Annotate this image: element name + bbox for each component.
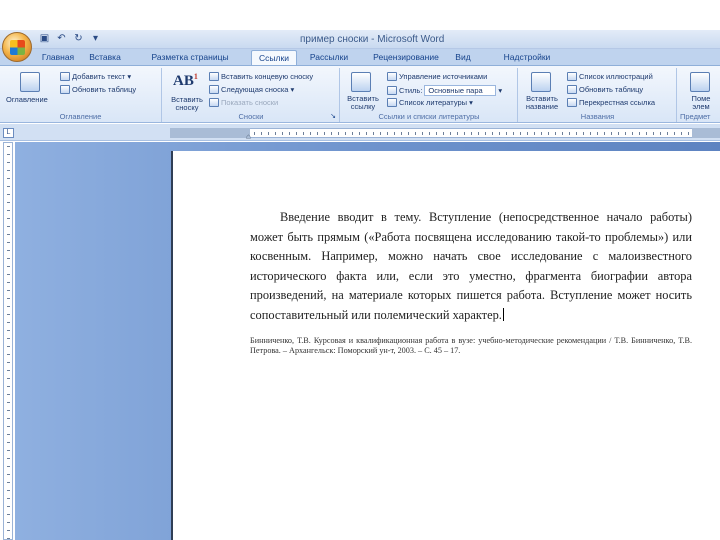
update-toc-button[interactable]: Обновить таблицу [60, 85, 136, 94]
group-citations-label: Ссылки и списки литературы [378, 112, 480, 121]
style-selector: Стиль: Основные пара ▾ [387, 85, 502, 96]
footnote-sup-glyph: 1 [193, 72, 198, 81]
chevron-down-icon: ▾ [469, 98, 473, 107]
update-table-icon [567, 85, 577, 94]
window-title: пример сноски - Microsoft Word [300, 34, 445, 45]
paragraph-text: Введение вводит в тему. Вступление (непо… [250, 210, 692, 322]
group-index-label: Предмет [680, 112, 711, 121]
save-icon[interactable]: ▣ [38, 33, 51, 45]
group-captions: Вставить название Список иллюстраций Обн… [519, 68, 677, 122]
group-captions-label: Названия [580, 112, 615, 121]
undo-icon[interactable]: ↶ [55, 33, 68, 45]
manage-sources-button[interactable]: Управление источниками [387, 72, 487, 81]
footnote-text[interactable]: Бинниченко, Т.В. Курсовая и квалификацио… [250, 336, 692, 356]
next-footnote-icon [209, 85, 219, 94]
insert-caption-icon [531, 72, 551, 92]
bibliography-label: Список литературы [399, 98, 468, 107]
insert-endnote-label: Вставить концевую сноску [221, 72, 314, 81]
group-footnotes: AB1 Вставить сноску Вставить концевую сн… [163, 68, 340, 122]
toc-button[interactable]: Оглавление [6, 95, 48, 104]
style-icon [387, 86, 397, 95]
office-button[interactable] [2, 32, 32, 62]
cross-reference-button[interactable]: Перекрестная ссылка [567, 98, 655, 107]
table-of-figures-button[interactable]: Список иллюстраций [567, 72, 653, 81]
cross-reference-label: Перекрестная ссылка [579, 98, 656, 107]
tab-view[interactable]: Вид [448, 50, 478, 65]
show-notes-icon [209, 98, 219, 107]
bibliography-icon [387, 98, 397, 107]
tab-mailings[interactable]: Рассылки [302, 50, 356, 65]
group-index: Поме элем Предмет [678, 68, 720, 122]
next-footnote-label: Следующая сноска [221, 85, 289, 94]
group-footnotes-label: Сноски [238, 112, 264, 121]
mark-entry-icon [690, 72, 710, 92]
tab-selector[interactable]: L [3, 128, 14, 138]
tab-addins[interactable]: Надстройки [496, 50, 558, 65]
manage-sources-icon [387, 72, 397, 81]
show-notes-label: Показать сноски [221, 98, 279, 107]
text-cursor [502, 307, 504, 321]
update-figures-label: Обновить таблицу [579, 85, 644, 94]
toc-icon [20, 72, 40, 92]
group-toc-label: Оглавление [59, 112, 102, 121]
slide-top-margin [0, 0, 720, 30]
insert-footnote-icon: AB1 [173, 72, 198, 90]
dialog-launcher-icon[interactable]: ↘ [330, 112, 336, 120]
update-figures-button[interactable]: Обновить таблицу [567, 85, 643, 94]
tab-home[interactable]: Главная [38, 50, 78, 65]
update-table-icon [60, 85, 70, 94]
add-text-label: Добавить текст [72, 72, 126, 81]
ruler-left-margin [170, 128, 250, 138]
manage-sources-label: Управление источниками [399, 72, 488, 81]
ribbon-tabs: Главная Вставка Разметка страницы Ссылки… [0, 49, 720, 65]
table-of-figures-label: Список иллюстраций [579, 72, 653, 81]
office-button-icon [10, 40, 25, 55]
insert-citation-icon [351, 72, 371, 92]
style-dropdown[interactable]: Основные пара [424, 85, 497, 96]
update-toc-label: Обновить таблицу [72, 85, 137, 94]
chevron-down-icon: ▾ [127, 72, 132, 81]
footnote-ab-glyph: AB [173, 73, 194, 89]
add-text-button[interactable]: Добавить текст ▾ [60, 72, 131, 81]
endnote-icon [209, 72, 219, 81]
next-footnote-button[interactable]: Следующая сноска ▾ [209, 85, 294, 94]
cross-reference-icon [567, 98, 577, 107]
horizontal-ruler[interactable] [170, 128, 720, 138]
show-notes-button[interactable]: Показать сноски [209, 98, 278, 107]
add-text-icon [60, 72, 70, 81]
tab-review[interactable]: Рецензирование [365, 50, 447, 65]
group-toc: Оглавление Добавить текст ▾ Обновить табл… [0, 68, 162, 122]
mark-entry-button[interactable]: Поме элем [684, 95, 718, 111]
insert-footnote-button[interactable]: Вставить сноску [167, 96, 207, 112]
chevron-down-icon: ▾ [290, 85, 295, 94]
table-of-figures-icon [567, 72, 577, 81]
insert-citation-button[interactable]: Вставить ссылку [343, 95, 383, 111]
indent-marker-icon[interactable]: ⌂ [246, 132, 251, 141]
quick-access-toolbar: ▣ ↶ ↻ ▾ [38, 33, 102, 45]
insert-caption-button[interactable]: Вставить название [521, 95, 563, 111]
insert-endnote-button[interactable]: Вставить концевую сноску [209, 72, 313, 81]
document-paragraph[interactable]: Введение вводит в тему. Вступление (непо… [250, 208, 692, 325]
vertical-ruler[interactable] [3, 142, 13, 540]
redo-icon[interactable]: ↻ [72, 33, 85, 45]
tab-references[interactable]: Ссылки [251, 50, 297, 65]
bibliography-button[interactable]: Список литературы ▾ [387, 98, 473, 107]
quick-access-dropdown-icon[interactable]: ▾ [89, 33, 102, 45]
tab-insert[interactable]: Вставка [80, 50, 130, 65]
style-label: Стиль: [399, 86, 423, 95]
ruler-right-margin [692, 128, 720, 138]
tab-page-layout[interactable]: Разметка страницы [140, 50, 240, 65]
group-citations: Вставить ссылку Управление источниками С… [341, 68, 518, 122]
chevron-down-icon[interactable]: ▾ [498, 86, 502, 95]
